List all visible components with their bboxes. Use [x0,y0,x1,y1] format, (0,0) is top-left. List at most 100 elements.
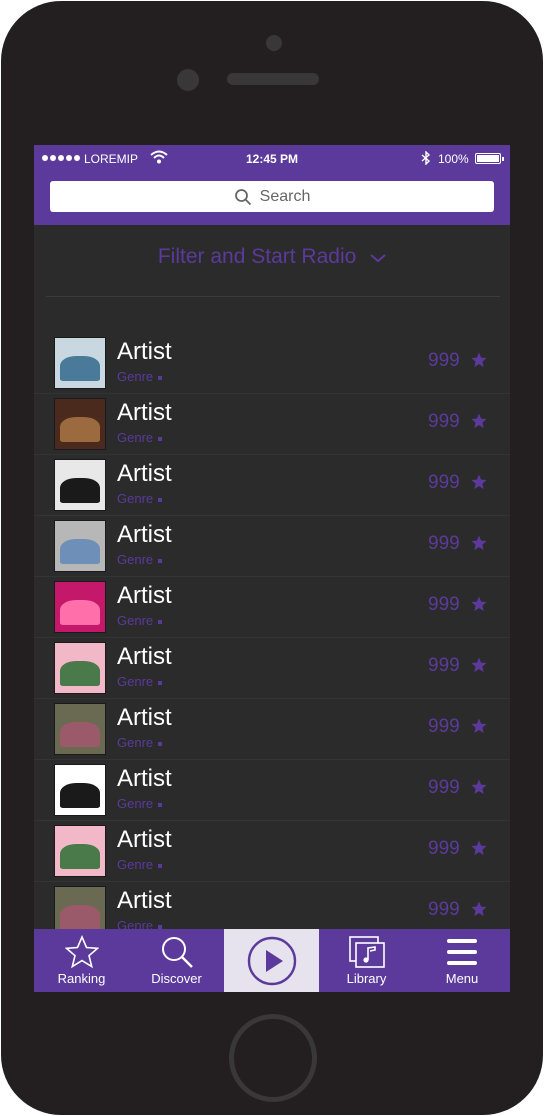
search-icon [234,188,251,205]
tab-menu-label: Menu [445,971,479,986]
artist-name: Artist [117,643,172,670]
genre-text: Genre [117,857,154,872]
artist-name: Artist [117,826,172,853]
search-input[interactable]: Search [50,181,494,212]
tab-bar: Ranking Discover Library Menu [34,929,510,992]
chevron-down-icon [370,245,386,269]
album-art [54,581,106,633]
artist-row[interactable]: Artist Genre 999 [34,394,510,455]
tab-library-label: Library [346,971,387,986]
genre-dot [158,802,163,807]
album-art [54,764,106,816]
artist-rating-count: 999 [428,594,460,615]
artist-rating-count: 999 [428,899,460,920]
tab-discover[interactable]: Discover [129,929,224,992]
artist-genre: Genre [117,552,163,567]
search-placeholder: Search [259,187,311,205]
artist-genre: Genre [117,735,163,750]
star-icon[interactable] [471,657,487,673]
genre-dot [158,863,163,868]
album-art [54,520,106,572]
genre-dot [158,375,163,380]
genre-dot [158,680,163,685]
artist-genre: Genre [117,857,163,872]
tab-discover-label: Discover [151,971,202,986]
tab-ranking-label: Ranking [57,971,106,986]
artist-row[interactable]: Artist Genre 999 [34,577,510,638]
artist-name: Artist [117,399,172,426]
star-icon[interactable] [471,840,487,856]
artist-row[interactable]: Artist Genre 999 [34,699,510,760]
hamburger-menu-icon [447,939,477,965]
home-button[interactable] [229,1014,317,1102]
album-art-figure [60,660,100,686]
star-outline-icon [64,935,99,969]
tab-library[interactable]: Library [319,929,414,992]
album-art-figure [60,721,100,747]
artist-rating-count: 999 [428,838,460,859]
front-camera [177,69,199,91]
artist-row[interactable]: Artist Genre 999 [34,821,510,882]
artist-name: Artist [117,460,172,487]
album-art-figure [60,538,100,564]
artist-name: Artist [117,887,172,914]
artist-genre: Genre [117,674,163,689]
artist-row[interactable]: Artist Genre 999 [34,333,510,394]
artist-list: Artist Genre 999 Artist Genre 999 Artist Genre 9… [34,333,510,943]
top-bar: LOREMIP 12:45 PM 100% Search [34,145,510,225]
artist-name: Artist [117,521,172,548]
artist-genre: Genre [117,369,163,384]
play-icon [247,936,296,986]
play-button[interactable] [224,929,319,992]
album-art [54,398,106,450]
artist-genre: Genre [117,796,163,811]
artist-name: Artist [117,338,172,365]
artist-row[interactable]: Artist Genre 999 [34,638,510,699]
artist-row[interactable]: Artist Genre 999 [34,455,510,516]
artist-row[interactable]: Artist Genre 999 [34,516,510,577]
artist-rating-count: 999 [428,350,460,371]
tab-menu[interactable]: Menu [414,929,510,992]
album-art-figure [60,355,100,381]
genre-text: Genre [117,430,154,445]
artist-row[interactable]: Artist Genre 999 [34,760,510,821]
genre-text: Genre [117,369,154,384]
artist-rating-count: 999 [428,411,460,432]
artist-genre: Genre [117,491,163,506]
genre-dot [158,497,163,502]
star-icon[interactable] [471,535,487,551]
album-art [54,642,106,694]
star-icon[interactable] [471,718,487,734]
artist-genre: Genre [117,613,163,628]
album-art [54,825,106,877]
battery-percent: 100% [438,152,469,166]
filter-label: Filter and Start Radio [157,245,357,268]
artist-rating-count: 999 [428,472,460,493]
album-art-figure [60,843,100,869]
earpiece-speaker [227,73,319,85]
album-art [54,703,106,755]
artist-rating-count: 999 [428,655,460,676]
artist-rating-count: 999 [428,533,460,554]
album-art [54,337,106,389]
star-icon[interactable] [471,413,487,429]
tab-ranking[interactable]: Ranking [34,929,129,992]
filter-start-radio-button[interactable]: Filter and Start Radio [34,245,510,269]
library-music-icon [348,936,385,968]
divider [46,296,500,297]
star-icon[interactable] [471,352,487,368]
genre-text: Genre [117,613,154,628]
album-art-figure [60,782,100,808]
star-icon[interactable] [471,596,487,612]
star-icon[interactable] [471,901,487,917]
genre-dot [158,558,163,563]
genre-dot [158,436,163,441]
genre-dot [158,741,163,746]
genre-text: Genre [117,796,154,811]
genre-text: Genre [117,674,154,689]
battery-icon [475,153,504,164]
status-bar: LOREMIP 12:45 PM 100% [34,145,510,173]
star-icon[interactable] [471,779,487,795]
star-icon[interactable] [471,474,487,490]
album-art-figure [60,416,100,442]
